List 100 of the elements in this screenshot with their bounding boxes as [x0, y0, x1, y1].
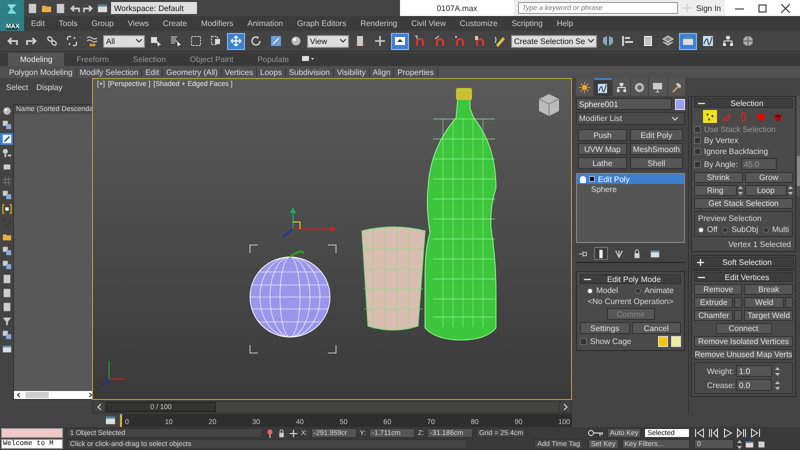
menu-item[interactable]: Modifiers: [194, 19, 240, 28]
menu-item[interactable]: Rendering: [353, 19, 404, 28]
bulb-icon[interactable]: [580, 176, 586, 182]
toolbar-dropdown[interactable]: All: [103, 34, 145, 48]
ribbon-tab[interactable]: Object Paint: [178, 53, 246, 66]
modifier-button[interactable]: UVW Map: [578, 143, 627, 155]
number-field[interactable]: 1.0: [736, 365, 772, 377]
ring-button[interactable]: Ring: [694, 185, 736, 196]
toolbar-button[interactable]: [391, 32, 409, 50]
mode-radio[interactable]: Animate: [635, 286, 674, 295]
play-icon[interactable]: [722, 428, 733, 438]
cage-color-swatch[interactable]: [671, 336, 681, 347]
menu-item[interactable]: Group: [84, 19, 121, 28]
ribbon-panel-button[interactable]: Polygon Modeling: [6, 68, 77, 76]
option-checkbox[interactable]: By Vertex: [694, 136, 738, 145]
workspace-dropdown[interactable]: Workspace: Default: [111, 2, 197, 14]
glass-drawing[interactable]: [362, 226, 426, 330]
menu-item[interactable]: Help: [550, 19, 580, 28]
maximize-icon[interactable]: [758, 4, 767, 12]
modifier-button[interactable]: Shell: [630, 157, 683, 169]
rollout-header[interactable]: Soft Selection: [693, 257, 794, 267]
toolbar-button[interactable]: [679, 32, 697, 50]
bottle-drawing[interactable]: [424, 88, 496, 340]
rollout-header[interactable]: Edit Vertices: [694, 272, 793, 282]
explorer-filter-button[interactable]: [0, 315, 13, 327]
prev-icon[interactable]: [708, 428, 719, 438]
number-field[interactable]: 0.0: [736, 379, 772, 391]
panel-tab[interactable]: [630, 78, 648, 96]
previous-frame-button[interactable]: [94, 402, 104, 412]
menu-item[interactable]: Tools: [52, 19, 84, 28]
menu-item[interactable]: Civil View: [404, 19, 453, 28]
modifier-button[interactable]: Lathe: [578, 157, 627, 169]
vertex-command-button[interactable]: Target Weld: [744, 310, 793, 321]
object-color-swatch[interactable]: [675, 98, 685, 110]
go-end-icon[interactable]: [750, 428, 761, 438]
option-checkbox[interactable]: By Angle:: [694, 160, 738, 168]
preview-radio[interactable]: Multi: [763, 225, 789, 234]
go-start-icon[interactable]: [694, 428, 705, 438]
toolbar-button[interactable]: [227, 32, 245, 50]
mode-button[interactable]: Cancel: [632, 322, 681, 334]
explorer-filter-button[interactable]: [0, 203, 13, 215]
close-icon[interactable]: [781, 4, 790, 12]
vertex-command-button[interactable]: Extrude: [694, 297, 734, 308]
stack-item[interactable]: Edit Poly: [577, 174, 684, 184]
panel-tab[interactable]: [649, 78, 667, 96]
modifier-button[interactable]: Edit Poly: [630, 129, 683, 141]
ribbon-tab[interactable]: Modeling: [8, 53, 64, 66]
ribbon-tab[interactable]: Selection: [120, 53, 178, 66]
vertex-command-button[interactable]: Remove Unused Map Verts: [694, 349, 793, 360]
vertex-command-button[interactable]: Break: [744, 284, 793, 295]
ribbon-tab[interactable]: Populate: [245, 53, 302, 66]
spinner-icon[interactable]: [737, 438, 742, 450]
option-checkbox[interactable]: Ignore Backfacing: [694, 147, 768, 156]
explorer-filter-button[interactable]: [0, 119, 13, 131]
rollout-header[interactable]: Selection: [694, 98, 793, 108]
vertex-command-button[interactable]: Weld: [744, 297, 784, 308]
modifier-button[interactable]: MeshSmooth: [630, 143, 683, 155]
script-input-field[interactable]: [1, 428, 63, 438]
mode-radio[interactable]: Model: [587, 286, 618, 295]
ribbon-panel-button[interactable]: Geometry (All): [163, 68, 222, 76]
explorer-filter-button[interactable]: [0, 133, 13, 145]
loop-button[interactable]: Loop: [744, 185, 787, 196]
ribbon-panel-button[interactable]: Vertices: [222, 68, 258, 76]
mode-button[interactable]: Settings: [580, 322, 630, 334]
menu-item[interactable]: Views: [120, 19, 156, 28]
panel-tab[interactable]: [576, 78, 594, 96]
ribbon-panel-button[interactable]: Modify Selection: [76, 68, 142, 76]
panel-tab[interactable]: [612, 78, 630, 96]
menu-item[interactable]: Create: [156, 19, 194, 28]
preview-radio[interactable]: SubObj: [722, 225, 758, 234]
show-cage-checkbox[interactable]: Show Cage: [580, 337, 632, 346]
move-gizmo-drawing[interactable]: [282, 207, 337, 238]
ribbon-panel-button[interactable]: Properties: [394, 68, 438, 76]
plus-icon[interactable]: [697, 258, 704, 266]
toolbar-dropdown[interactable]: View: [307, 34, 349, 48]
ribbon-panel-button[interactable]: Loops: [257, 68, 286, 76]
object-name-field[interactable]: Sphere001: [576, 98, 672, 110]
vertex-command-button[interactable]: Remove Isolated Vertices: [694, 336, 793, 347]
next-frame-button[interactable]: [560, 402, 570, 412]
vertex-command-button[interactable]: Chamfer: [694, 310, 734, 321]
ribbon-panel-button[interactable]: Align: [370, 68, 394, 76]
explorer-filter-button[interactable]: [0, 329, 13, 341]
key-icon[interactable]: [588, 429, 604, 437]
ribbon-panel-button[interactable]: Edit: [142, 68, 164, 76]
vertex-command-button[interactable]: Connect: [716, 323, 772, 334]
next-icon[interactable]: [736, 428, 747, 438]
modifier-button[interactable]: Push: [578, 129, 627, 141]
panel-tab[interactable]: [594, 78, 612, 96]
panel-tab[interactable]: [668, 78, 685, 96]
ribbon-panel-button[interactable]: Subdivision: [286, 68, 334, 76]
modifier-list-dropdown[interactable]: Modifier List: [576, 112, 685, 125]
explorer-filter-button[interactable]: [0, 259, 13, 271]
sphere-drawing[interactable]: [250, 250, 330, 338]
explorer-filter-button[interactable]: [0, 147, 13, 159]
spinner-icon[interactable]: [775, 366, 780, 376]
cage-color-swatch[interactable]: [658, 336, 668, 347]
get-stack-selection-button[interactable]: Get Stack Selection: [694, 198, 793, 209]
ribbon-panel-button[interactable]: Visibility: [334, 68, 370, 76]
explorer-filter-button[interactable]: [0, 343, 13, 355]
viewcube-drawing[interactable]: [538, 94, 560, 116]
